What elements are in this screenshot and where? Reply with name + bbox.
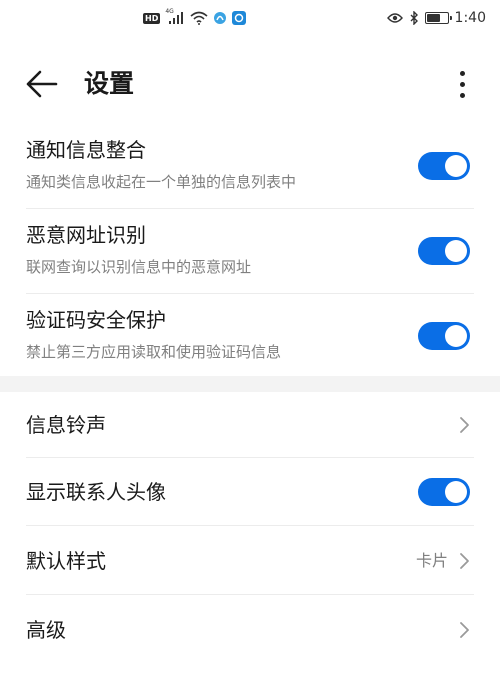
status-right-icons: 1:40	[386, 10, 486, 26]
message-settings-group: 通知信息整合 通知类信息收起在一个单独的信息列表中 恶意网址识别 联网查询以识别…	[0, 124, 500, 379]
setting-title: 验证码安全保护	[26, 308, 166, 332]
battery-level	[426, 14, 440, 22]
setting-title: 默认样式	[26, 549, 106, 573]
hd-icon: HD	[143, 12, 161, 24]
setting-title: 高级	[26, 618, 66, 642]
malicious-url-toggle[interactable]	[418, 237, 470, 265]
toggle-knob	[445, 481, 467, 503]
app-notification-icon	[232, 11, 247, 25]
setting-title: 通知信息整合	[26, 138, 146, 162]
setting-description: 禁止第三方应用读取和使用验证码信息	[26, 343, 282, 361]
section-separator	[0, 376, 500, 392]
default-style-value: 卡片	[415, 551, 448, 570]
status-time: 1:40	[454, 10, 486, 26]
more-options-button[interactable]	[448, 66, 476, 102]
setting-title: 显示联系人头像	[26, 480, 166, 504]
battery-icon	[424, 12, 452, 24]
notification-merge-toggle[interactable]	[418, 152, 470, 180]
bluetooth-icon	[410, 11, 418, 25]
setting-row-show-avatar[interactable]: 显示联系人头像	[0, 458, 500, 526]
wifi-icon	[190, 11, 208, 25]
chevron-right-icon	[460, 553, 469, 569]
more-vertical-icon	[459, 70, 465, 98]
setting-description: 通知类信息收起在一个单独的信息列表中	[26, 173, 297, 191]
eye-icon	[386, 13, 403, 23]
signal-icon: 4G	[165, 8, 185, 26]
general-settings-group: 信息铃声 显示联系人头像 默认样式 卡片 高级	[0, 392, 500, 663]
setting-row-malicious-url[interactable]: 恶意网址识别 联网查询以识别信息中的恶意网址	[0, 209, 500, 294]
toggle-knob	[445, 240, 467, 262]
status-bar: HD 4G 1:40	[0, 0, 500, 40]
setting-title: 恶意网址识别	[26, 223, 146, 247]
setting-row-ringtone[interactable]: 信息铃声	[0, 392, 500, 458]
app-header: 设置	[0, 56, 500, 112]
app-notification-icon	[214, 12, 227, 24]
status-left-icons: HD 4G	[143, 8, 247, 26]
toggle-knob	[445, 155, 467, 177]
setting-row-advanced[interactable]: 高级	[0, 595, 500, 663]
page-title: 设置	[84, 69, 135, 98]
setting-row-verification-code[interactable]: 验证码安全保护 禁止第三方应用读取和使用验证码信息	[0, 294, 500, 379]
verification-code-toggle[interactable]	[418, 322, 470, 350]
arrow-left-icon	[26, 70, 58, 98]
back-button[interactable]	[24, 68, 60, 100]
chevron-right-icon	[460, 622, 469, 638]
setting-row-notification-merge[interactable]: 通知信息整合 通知类信息收起在一个单独的信息列表中	[0, 124, 500, 209]
toggle-knob	[445, 325, 467, 347]
setting-title: 信息铃声	[26, 413, 106, 437]
setting-description: 联网查询以识别信息中的恶意网址	[26, 258, 252, 276]
show-avatar-toggle[interactable]	[418, 478, 470, 506]
chevron-right-icon	[460, 417, 469, 433]
setting-row-default-style[interactable]: 默认样式 卡片	[0, 526, 500, 595]
